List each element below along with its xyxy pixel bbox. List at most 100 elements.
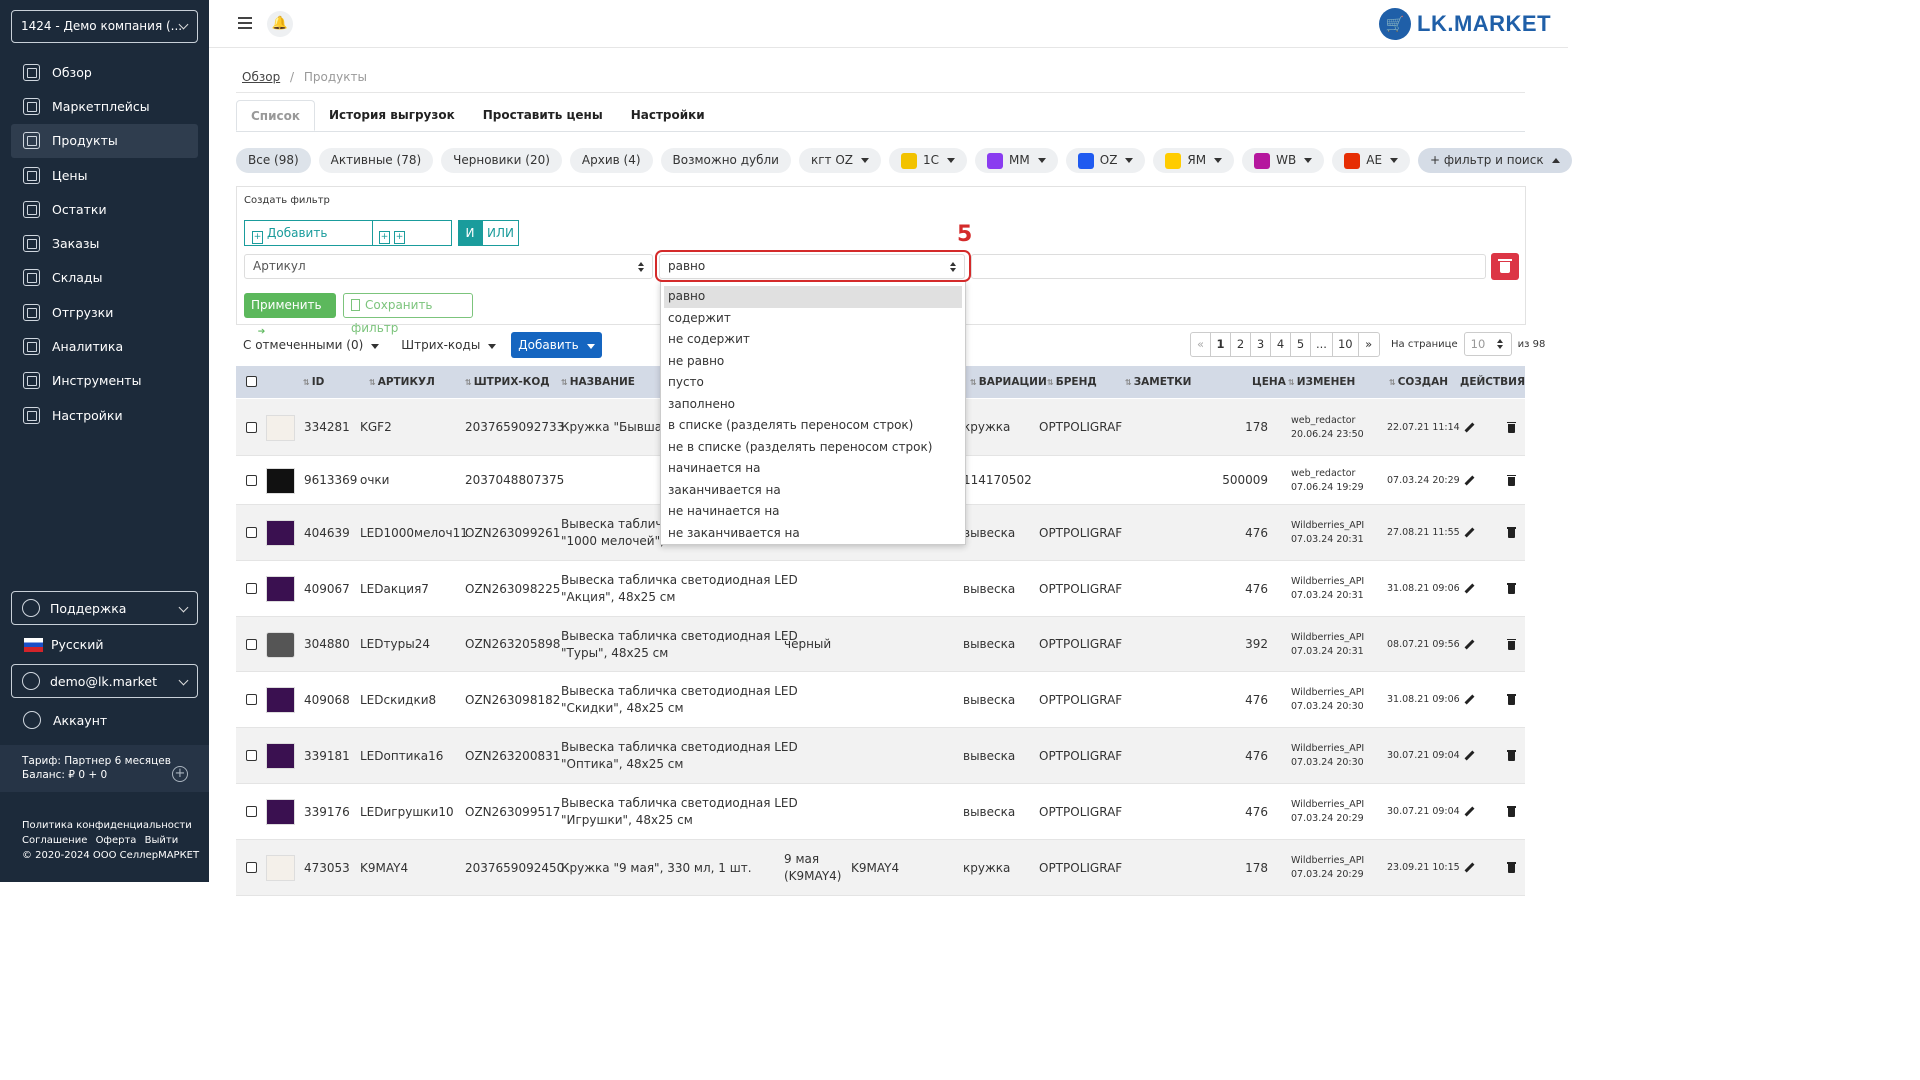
trash-icon[interactable] xyxy=(1507,527,1516,538)
select-all-checkbox[interactable] xyxy=(246,376,257,387)
pagination-page[interactable]: 3 xyxy=(1251,333,1271,356)
operator-option[interactable]: пусто xyxy=(661,372,965,394)
sidebar-item-settings[interactable]: Настройки xyxy=(11,398,198,432)
row-checkbox[interactable] xyxy=(246,638,257,650)
sidebar-item-stock[interactable]: Остатки xyxy=(11,192,198,226)
operator-option[interactable]: заканчивается на xyxy=(661,480,965,502)
pagination-prev[interactable]: « xyxy=(1191,333,1211,356)
column-header[interactable]: ⇅ ВАРИАЦИИ xyxy=(970,366,1047,399)
sidebar-item-marketplaces[interactable]: Маркетплейсы xyxy=(11,89,198,123)
pagination-page[interactable]: 10 xyxy=(1333,333,1359,356)
chip-11[interactable]: AE xyxy=(1332,148,1411,173)
edit-pencil-icon[interactable] xyxy=(1465,423,1474,432)
column-header[interactable]: ⇅ ЗАМЕТКИ xyxy=(1125,366,1191,399)
sidebar-item-tools[interactable]: Инструменты xyxy=(11,364,198,398)
chip-6[interactable]: 1С xyxy=(889,148,968,173)
company-select[interactable]: 1424 - Демо компания (... xyxy=(11,10,198,43)
chip-3[interactable]: Архив (4) xyxy=(569,148,653,173)
column-header[interactable]: ⇅ БРЕНД xyxy=(1047,366,1097,399)
pagination-page[interactable]: ... xyxy=(1311,333,1333,356)
pagination-page[interactable]: 5 xyxy=(1291,333,1311,356)
row-checkbox[interactable] xyxy=(246,694,257,705)
language-select[interactable]: Русский xyxy=(24,637,103,652)
operator-option[interactable]: не заканчивается на xyxy=(661,523,965,545)
column-header[interactable]: ⇅ ШТРИХ-КОД xyxy=(465,366,550,399)
bell-icon[interactable]: 🔔 xyxy=(267,11,293,37)
edit-pencil-icon[interactable] xyxy=(1465,751,1474,760)
tab-3[interactable]: Настройки xyxy=(617,100,719,131)
sidebar-item-orders[interactable]: Заказы xyxy=(11,226,198,260)
operator-option[interactable]: заполнено xyxy=(661,394,965,416)
trash-icon[interactable] xyxy=(1507,421,1516,433)
sidebar-item-overview[interactable]: Обзор xyxy=(11,55,198,89)
add-button[interactable]: Добавить xyxy=(511,332,602,358)
agreement-link[interactable]: Соглашение xyxy=(22,835,87,846)
operator-option[interactable]: не равно xyxy=(661,351,965,373)
account-link[interactable]: Аккаунт xyxy=(11,704,107,736)
edit-pencil-icon[interactable] xyxy=(1465,640,1474,649)
pagination-page[interactable]: 4 xyxy=(1271,333,1291,356)
chip-1[interactable]: Активные (78) xyxy=(318,148,434,173)
operator-option[interactable]: начинается на xyxy=(661,458,965,480)
filter-value-input[interactable] xyxy=(971,254,1486,279)
privacy-link[interactable]: Политика конфиденциальности xyxy=(22,818,199,833)
or-toggle[interactable]: ИЛИ xyxy=(482,220,519,246)
operator-option[interactable]: равно xyxy=(664,286,962,308)
per-page-input[interactable]: 10 xyxy=(1463,332,1512,356)
barcodes-button[interactable]: Штрих-коды xyxy=(394,332,503,358)
row-checkbox[interactable] xyxy=(246,862,257,873)
bulk-actions-button[interactable]: С отмеченными (0) xyxy=(236,332,386,358)
menu-toggle-icon[interactable] xyxy=(238,17,252,29)
row-checkbox[interactable] xyxy=(246,750,257,761)
operator-option[interactable]: не содержит xyxy=(661,329,965,351)
tab-1[interactable]: История выгрузок xyxy=(315,100,469,131)
operator-option[interactable]: не начинается на xyxy=(661,501,965,523)
pagination-page[interactable]: 2 xyxy=(1231,333,1251,356)
delete-condition-button[interactable] xyxy=(1491,253,1519,280)
edit-pencil-icon[interactable] xyxy=(1465,584,1474,593)
chip-2[interactable]: Черновики (20) xyxy=(441,148,562,173)
operator-option[interactable]: содержит xyxy=(661,308,965,330)
chip-0[interactable]: Все (98) xyxy=(236,148,311,173)
chip-10[interactable]: WB xyxy=(1242,148,1325,173)
apply-button[interactable]: Применить➔ xyxy=(244,293,336,339)
pagination-next[interactable]: » xyxy=(1359,333,1379,356)
sidebar-item-shipments[interactable]: Отгрузки xyxy=(11,295,198,329)
tab-0[interactable]: Список xyxy=(236,100,316,131)
and-toggle[interactable]: И xyxy=(458,220,482,246)
trash-icon[interactable] xyxy=(1507,806,1516,817)
trash-icon[interactable] xyxy=(1507,694,1516,705)
logout-link[interactable]: Выйти xyxy=(145,835,179,846)
row-checkbox[interactable] xyxy=(246,527,257,538)
edit-pencil-icon[interactable] xyxy=(1465,476,1474,485)
row-checkbox[interactable] xyxy=(246,806,257,817)
add-balance-icon[interactable]: + xyxy=(172,766,188,782)
user-menu[interactable]: demo@lk.market xyxy=(11,664,198,698)
chip-12[interactable]: + фильтр и поиск xyxy=(1418,148,1572,173)
sidebar-item-price-tag[interactable]: Цены xyxy=(11,158,198,192)
column-header[interactable]: ЦЕНА xyxy=(1252,366,1286,398)
chip-4[interactable]: Возможно дубли xyxy=(660,148,791,173)
trash-icon[interactable] xyxy=(1507,750,1516,761)
column-header[interactable]: ⇅ ID xyxy=(303,366,324,399)
chip-9[interactable]: ЯМ xyxy=(1153,148,1235,173)
trash-icon[interactable] xyxy=(1507,638,1516,650)
column-header[interactable]: ⇅ НАЗВАНИЕ xyxy=(561,366,635,399)
operator-option[interactable]: в списке (разделять переносом строк) xyxy=(661,415,965,437)
trash-icon[interactable] xyxy=(1507,474,1516,486)
pagination-page[interactable]: 1 xyxy=(1211,333,1231,356)
trash-icon[interactable] xyxy=(1507,583,1516,594)
support-select[interactable]: Поддержка xyxy=(11,591,198,625)
add-group-button[interactable]: ++группу xyxy=(372,220,452,264)
tab-2[interactable]: Проставить цены xyxy=(469,100,617,131)
chip-5[interactable]: кгт OZ xyxy=(798,148,882,173)
chip-8[interactable]: OZ xyxy=(1065,148,1146,173)
row-checkbox[interactable] xyxy=(246,474,257,486)
trash-icon[interactable] xyxy=(1507,862,1516,873)
operator-option[interactable]: не в списке (разделять переносом строк) xyxy=(661,437,965,459)
sidebar-item-warehouse[interactable]: Склады xyxy=(11,261,198,295)
edit-pencil-icon[interactable] xyxy=(1465,807,1474,816)
breadcrumb-root[interactable]: Обзор xyxy=(242,70,280,84)
edit-pencil-icon[interactable] xyxy=(1465,528,1474,537)
column-header[interactable]: ⇅ СОЗДАН xyxy=(1389,366,1448,399)
